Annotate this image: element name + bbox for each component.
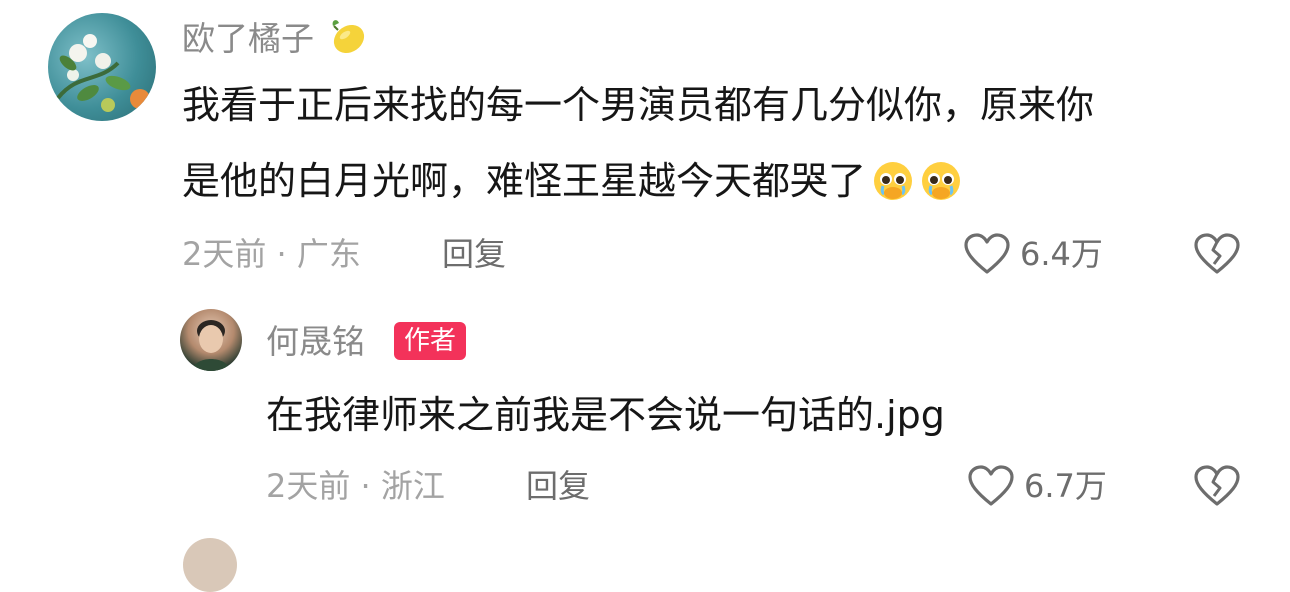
broken-heart-icon[interactable]: [1192, 464, 1242, 508]
like-count: 6.4万: [1020, 235, 1103, 273]
reply-button[interactable]: 回复: [526, 464, 590, 508]
avatar[interactable]: [183, 538, 237, 592]
heart-icon[interactable]: [962, 232, 1012, 276]
avatar[interactable]: [180, 309, 242, 371]
reply-text: 在我律师来之前我是不会说一句话的.jpg: [266, 393, 945, 437]
lemon-icon: [325, 14, 369, 58]
avatar[interactable]: [48, 13, 156, 121]
reply-button[interactable]: 回复: [442, 232, 506, 276]
heart-icon[interactable]: [966, 464, 1016, 508]
reply-time-location: 2天前 · 浙江: [266, 467, 445, 505]
comment-text-line-2: 是他的白月光啊，难怪王星越今天都哭了: [182, 152, 962, 210]
reply-username[interactable]: 何晟铭: [266, 320, 365, 364]
pleading-face-icon: [920, 160, 962, 202]
broken-heart-icon[interactable]: [1192, 232, 1242, 276]
like-count: 6.7万: [1024, 467, 1107, 505]
comment-time-location: 2天前 · 广东: [182, 235, 361, 273]
pleading-face-icon: [872, 160, 914, 202]
author-badge: 作者: [394, 322, 467, 360]
comment-username[interactable]: 欧了橘子: [182, 14, 369, 61]
comment-text-line-1: 我看于正后来找的每一个男演员都有几分似你，原来你: [182, 83, 1095, 127]
